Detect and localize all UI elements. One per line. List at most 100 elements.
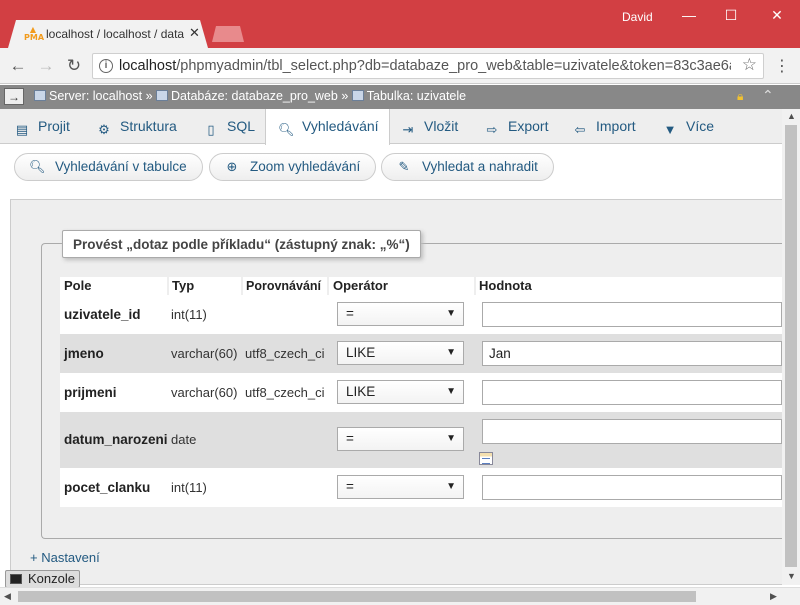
subtab-zoom-search[interactable]: ⊕ Zoom vyhledávání	[209, 153, 376, 181]
operator-select[interactable]: LIKE ▼	[337, 341, 464, 365]
field-name: uzivatele_id	[64, 307, 141, 322]
console-button[interactable]: Konzole	[5, 570, 80, 588]
database-icon	[156, 90, 169, 101]
tab-structure[interactable]: ⚙ Struktura	[96, 109, 177, 144]
tab-search[interactable]: 🔍︎ Vyhledávání	[265, 109, 390, 145]
table-row: uzivatele_id int(11) = ▼	[60, 295, 782, 334]
table-icon	[351, 90, 364, 101]
operator-select[interactable]: = ▼	[337, 302, 464, 326]
main-tab-menu: ▤ Projit ⚙ Struktura ▯ SQL 🔍︎ Vyhledávání ⇥ V…	[0, 109, 782, 145]
chevron-down-icon: ▼	[446, 308, 456, 319]
field-collation: utf8_czech_ci	[245, 385, 325, 400]
column-header-field: Pole	[64, 278, 92, 293]
import-icon: ⇦	[574, 122, 586, 137]
operator-select[interactable]: = ▼	[337, 427, 464, 451]
insert-icon: ⇥	[402, 122, 414, 137]
collapse-top-menu-icon[interactable]: ⌃	[762, 87, 774, 104]
browser-tab-title: localhost / localhost / databaze	[46, 27, 184, 41]
minimize-icon[interactable]: —	[674, 4, 704, 26]
breadcrumb-server[interactable]: Server: localhost	[49, 89, 142, 103]
field-type: date	[171, 432, 197, 447]
address-bar[interactable]: i localhost/phpmyadmin/tbl_select.php?db…	[92, 53, 764, 79]
scroll-up-icon[interactable]: ▲	[787, 111, 796, 121]
url-text[interactable]: localhost/phpmyadmin/tbl_select.php?db=d…	[119, 58, 731, 74]
value-input[interactable]: Jan	[482, 341, 782, 366]
tab-insert[interactable]: ⇥ Vložit	[400, 109, 459, 144]
bookmark-star-icon[interactable]: ☆	[742, 55, 757, 75]
scroll-down-icon[interactable]: ▼	[787, 571, 796, 581]
settings-link[interactable]: + Nastavení	[30, 550, 100, 565]
scrollbar-thumb[interactable]	[18, 591, 696, 602]
breadcrumb-table[interactable]: Tabulka: uzivatele	[367, 89, 466, 103]
column-header-collation: Porovnávání	[246, 279, 322, 293]
field-name: pocet_clanku	[64, 480, 151, 495]
new-tab-button[interactable]	[212, 26, 244, 42]
tab-close-icon[interactable]: ✕	[189, 25, 200, 41]
info-icon[interactable]: i	[99, 59, 113, 73]
lock-icon[interactable]: 🔒︎	[737, 89, 751, 103]
scrollbar-thumb[interactable]	[785, 125, 797, 567]
replace-icon: ✎	[398, 159, 410, 174]
tab-more[interactable]: ▼ Více	[662, 109, 714, 144]
search-table-header: Pole Typ Porovnávání Operátor Hodnota	[60, 277, 782, 295]
table-row: datum_narozeni date = ▼	[60, 412, 782, 468]
chrome-menu-icon[interactable]: ⋮	[772, 56, 792, 76]
navigation-toggle-icon[interactable]: →	[4, 88, 24, 105]
reload-icon[interactable]: ↻	[64, 56, 84, 76]
tab-browse[interactable]: ▤ Projit	[14, 109, 70, 144]
field-name: datum_narozeni	[64, 432, 168, 447]
chevron-down-icon: ▼	[446, 481, 456, 492]
breadcrumb-database[interactable]: Databáze: databaze_pro_web	[171, 89, 338, 103]
back-icon[interactable]: ←	[8, 56, 28, 76]
close-window-icon[interactable]: ✕	[762, 4, 792, 26]
value-input[interactable]	[482, 475, 782, 500]
chevron-down-icon: ▼	[446, 347, 456, 358]
search-icon: 🔍︎	[278, 122, 295, 137]
browser-titlebar: ▲PMA localhost / localhost / databaze ✕ …	[0, 0, 800, 48]
breadcrumb-separator: »	[145, 89, 153, 103]
more-icon: ▼	[663, 122, 677, 137]
value-input[interactable]	[482, 419, 782, 444]
subtab-find-replace[interactable]: ✎ Vyhledat a nahradit	[381, 153, 554, 181]
breadcrumb: → Server: localhost » Databáze: databaze…	[0, 85, 800, 109]
calendar-icon[interactable]	[479, 452, 493, 465]
phpmyadmin-favicon-icon: ▲ PMA	[24, 25, 45, 42]
browse-icon: ▤	[15, 122, 29, 137]
value-input[interactable]	[482, 302, 782, 327]
operator-select[interactable]: LIKE ▼	[337, 380, 464, 404]
server-icon	[34, 90, 46, 101]
tab-import[interactable]: ⇦ Import	[572, 109, 636, 144]
vertical-scrollbar[interactable]: ▲ ▼	[782, 109, 800, 585]
search-icon: 🔍︎	[29, 159, 46, 174]
tab-sql[interactable]: ▯ SQL	[203, 109, 255, 144]
chevron-down-icon: ▼	[446, 386, 456, 397]
scroll-right-icon[interactable]: ▶	[770, 591, 777, 602]
horizontal-scrollbar[interactable]: ◀ ▶	[0, 587, 800, 605]
profile-user-name[interactable]: David	[622, 10, 653, 24]
field-collation: utf8_czech_ci	[245, 346, 325, 361]
browser-tab[interactable]: ▲PMA localhost / localhost / databaze ✕	[8, 20, 208, 48]
operator-select[interactable]: = ▼	[337, 475, 464, 499]
field-type: varchar(60)	[171, 346, 238, 361]
table-row: prijmeni varchar(60) utf8_czech_ci LIKE ▼	[60, 373, 782, 412]
table-row: pocet_clanku int(11) = ▼	[60, 468, 782, 507]
column-header-operator: Operátor	[333, 278, 388, 293]
scroll-left-icon[interactable]: ◀	[4, 591, 11, 602]
console-icon	[10, 574, 22, 584]
maximize-icon[interactable]: ☐	[716, 4, 746, 26]
tab-export[interactable]: ⇨ Export	[484, 109, 549, 144]
export-icon: ⇨	[486, 122, 498, 137]
column-header-type: Typ	[172, 278, 195, 293]
chevron-down-icon: ▼	[446, 433, 456, 444]
field-type: int(11)	[171, 480, 207, 495]
browser-toolbar: ← → ↻ i localhost/phpmyadmin/tbl_select.…	[0, 48, 800, 84]
table-row: jmeno varchar(60) utf8_czech_ci LIKE ▼ Ja…	[60, 334, 782, 373]
sql-icon: ▯	[207, 122, 215, 137]
structure-icon: ⚙	[98, 122, 110, 137]
subtab-table-search[interactable]: 🔍︎ Vyhledávání v tabulce	[14, 153, 203, 181]
column-header-value: Hodnota	[479, 278, 532, 293]
value-input[interactable]	[482, 380, 782, 405]
forward-icon[interactable]: →	[36, 56, 56, 76]
field-type: varchar(60)	[171, 385, 238, 400]
field-name: jmeno	[64, 346, 104, 361]
